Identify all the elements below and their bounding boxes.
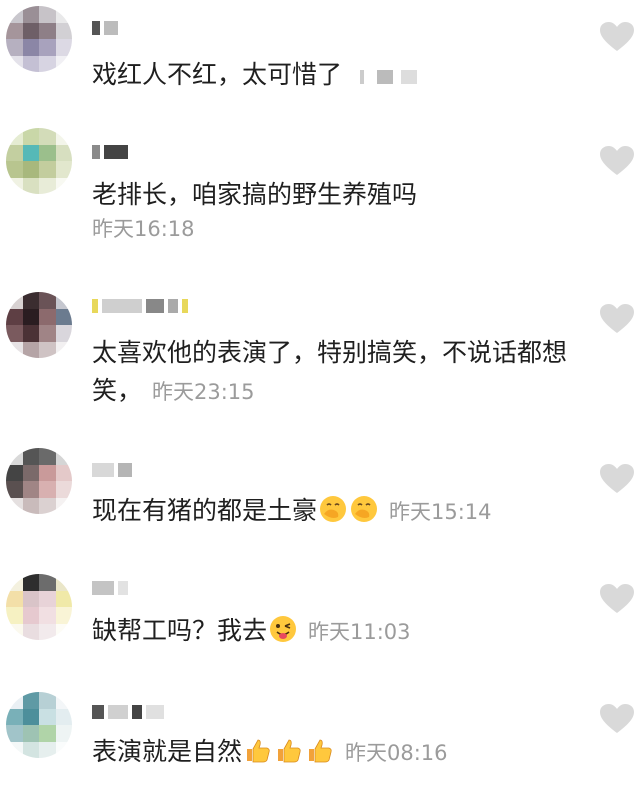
avatar[interactable] [6,6,72,72]
comment-time: 昨天15:14 [389,500,492,524]
comment-time: 昨天11:03 [308,620,411,644]
heart-icon[interactable] [600,704,634,734]
thumbs-up-emoji [278,739,301,763]
comment-time: 昨天08:16 [345,741,448,765]
heart-icon[interactable] [600,584,634,614]
comment-body: 戏红人不红，太可惜了 [92,60,343,89]
avatar[interactable] [6,692,72,758]
comment-text: 表演就是自然 昨天08:16 [92,733,570,772]
comment-text: 现在有猪的都是土豪 昨天15:14 [92,492,570,531]
comment-text: 戏红人不红，太可惜了 [92,56,570,95]
comment-body: 表演就是自然 [92,737,243,766]
username[interactable] [92,298,188,314]
heart-icon[interactable] [600,464,634,494]
redacted-text [359,57,417,95]
avatar[interactable] [6,448,72,514]
avatar[interactable] [6,292,72,358]
heart-icon[interactable] [600,304,634,334]
thumbs-up-emoji [247,739,270,763]
comment-text: 太喜欢他的表演了，特别搞笑，不说话都想笑， 昨天23:15 [92,334,570,411]
comment-body: 缺帮工吗？我去 [92,616,268,645]
username[interactable] [92,704,164,720]
heart-icon[interactable] [600,22,634,52]
winking-tongue-emoji [270,616,297,642]
username[interactable] [92,20,118,36]
comment-time: 昨天16:18 [92,217,195,241]
username[interactable] [92,580,128,596]
username[interactable] [92,144,128,160]
comment-time: 昨天23:15 [152,380,255,404]
username[interactable] [92,462,132,478]
comment-body: 现在有猪的都是土豪 [92,496,318,525]
hand-over-mouth-emoji [320,496,347,522]
heart-icon[interactable] [600,146,634,176]
thumbs-up-emoji [309,739,332,763]
comment-text: 老排长，咱家搞的野生养殖吗 昨天16:18 [92,176,570,244]
comment-body: 老排长，咱家搞的野生养殖吗 [92,180,418,209]
hand-over-mouth-emoji [351,496,378,522]
avatar[interactable] [6,574,72,640]
avatar[interactable] [6,128,72,194]
comment-text: 缺帮工吗？我去 昨天11:03 [92,612,570,651]
